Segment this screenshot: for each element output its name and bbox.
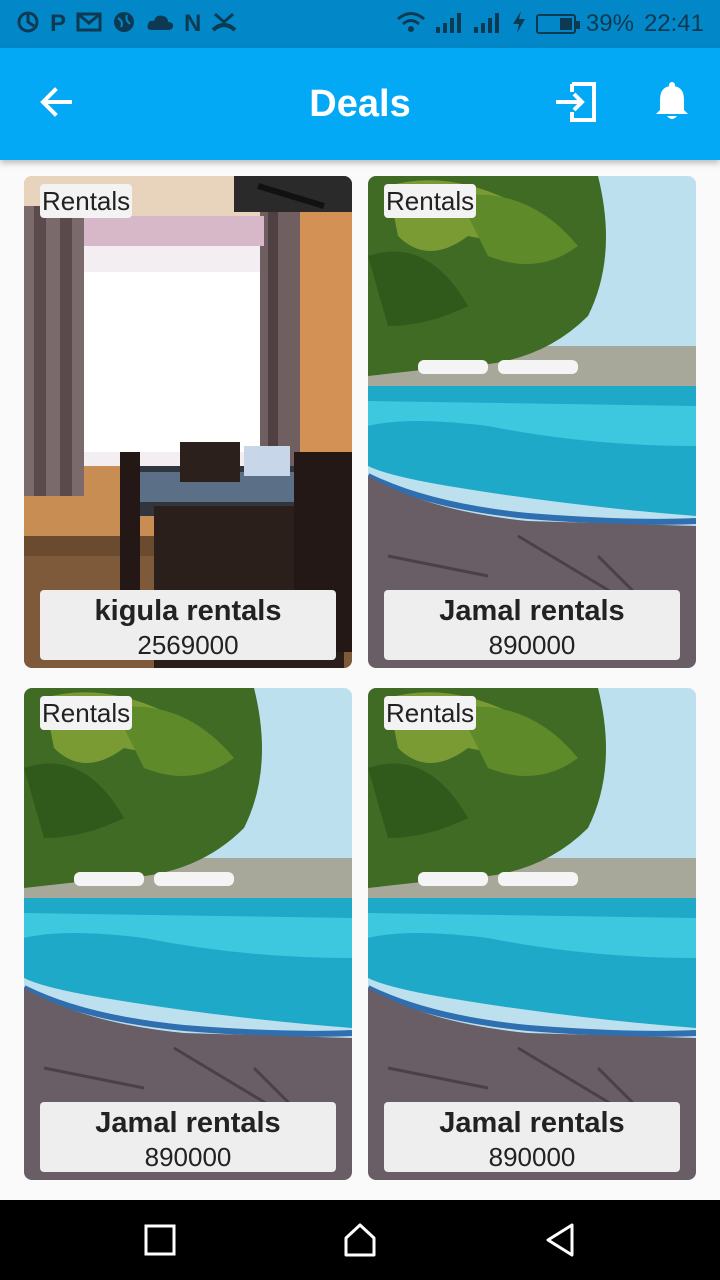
gmail-icon	[76, 11, 102, 38]
system-status: 39% 22:41	[396, 10, 704, 38]
deal-price: 890000	[488, 630, 576, 660]
page-title: Deals	[309, 83, 411, 125]
battery-icon	[535, 14, 580, 34]
deal-price: 890000	[144, 1142, 232, 1172]
clock: 22:41	[643, 10, 704, 37]
deal-label: kigula rentals 2569000	[40, 590, 336, 660]
battery-percent: 39%	[585, 10, 634, 37]
back-nav-button[interactable]	[540, 1220, 580, 1260]
deal-price: 2569000	[137, 630, 239, 660]
deal-price: 890000	[488, 1142, 576, 1172]
deal-name: Jamal rentals	[439, 595, 625, 627]
recents-button[interactable]	[140, 1220, 180, 1260]
deal-name: Jamal rentals	[95, 1107, 281, 1139]
deal-name: kigula rentals	[94, 595, 282, 627]
category-tag: Rentals	[40, 696, 133, 730]
category-tag: Rentals	[384, 696, 477, 730]
deal-name: Jamal rentals	[439, 1107, 625, 1139]
notification-icons: P N	[16, 10, 237, 39]
deal-label: Jamal rentals 890000	[384, 1102, 680, 1172]
home-icon	[340, 1223, 380, 1264]
deal-card[interactable]: Rentals Jamal rentals 890000	[368, 176, 696, 668]
square-icon	[140, 1224, 180, 1264]
triangle-back-icon	[540, 1223, 580, 1264]
deal-label: Jamal rentals 890000	[40, 1102, 336, 1172]
cloud-icon	[146, 12, 174, 37]
wifi-icon	[396, 11, 426, 38]
deal-card[interactable]: Rentals Jamal rentals 890000	[368, 688, 696, 1180]
p-icon: P	[50, 10, 67, 37]
deal-card[interactable]: Rentals Jamal rentals 890000	[24, 688, 352, 1180]
category-tag: Rentals	[384, 184, 477, 218]
home-button[interactable]	[340, 1220, 380, 1260]
navigation-bar	[0, 1200, 720, 1280]
notifications-button[interactable]	[644, 76, 700, 132]
login-button[interactable]	[548, 76, 604, 132]
login-icon	[554, 81, 598, 127]
deal-card[interactable]: Rentals kigula rentals 2569000	[24, 176, 352, 668]
deal-label: Jamal rentals 890000	[384, 590, 680, 660]
missed-call-icon	[211, 10, 237, 39]
globe-icon	[112, 10, 136, 39]
signal-icon	[435, 11, 464, 38]
app-bar: Deals	[0, 48, 720, 160]
n-icon: N	[184, 10, 202, 37]
category-tag: Rentals	[40, 184, 133, 218]
sync-icon	[16, 10, 40, 39]
signal-icon-2	[473, 11, 502, 38]
bell-icon	[654, 81, 690, 127]
status-bar: P N 39% 22:41	[0, 0, 720, 48]
charging-icon	[512, 10, 526, 38]
